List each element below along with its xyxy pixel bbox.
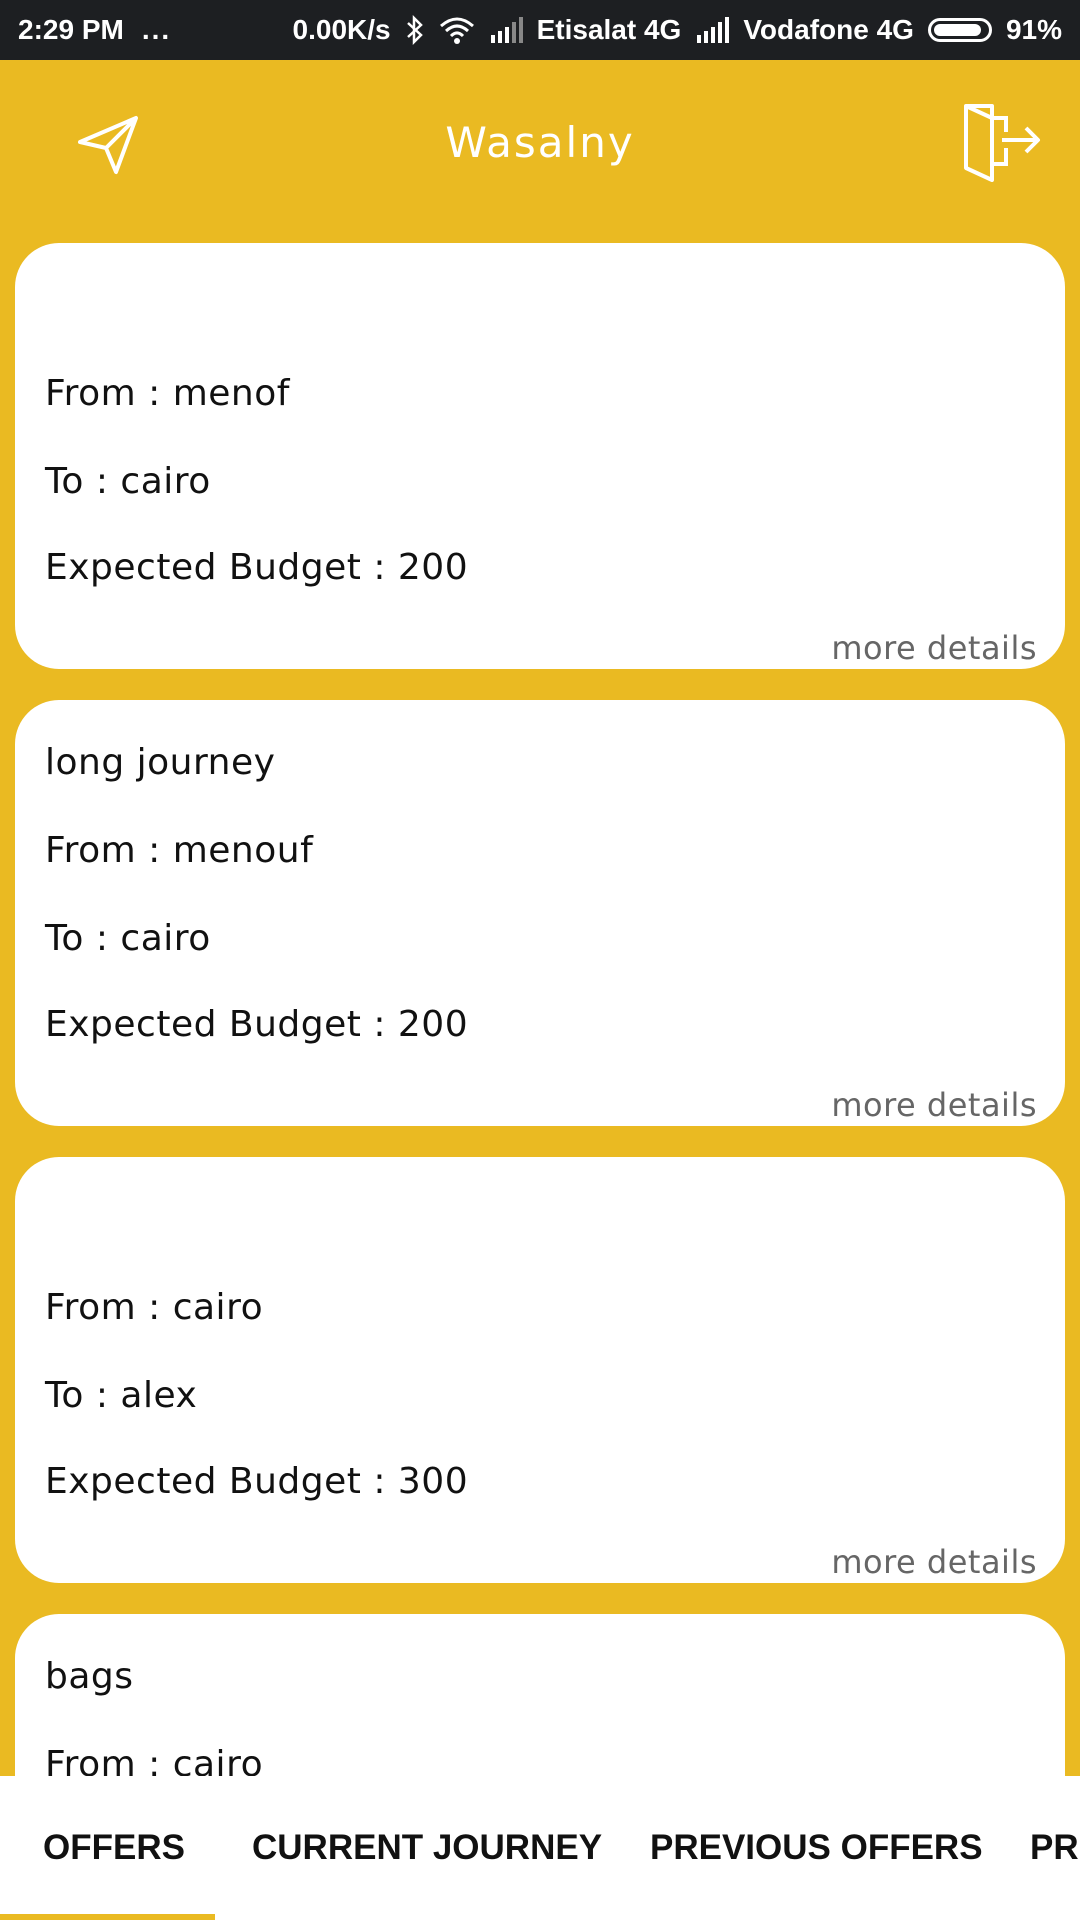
battery-fill xyxy=(933,24,982,36)
offer-budget: Expected Budget : 200 xyxy=(45,1004,469,1045)
logout-icon[interactable] xyxy=(962,104,1042,182)
wifi-icon xyxy=(439,16,475,44)
offer-title: bags xyxy=(45,1656,134,1697)
offer-from: From : menouf xyxy=(45,830,314,871)
more-details-link[interactable]: more details xyxy=(831,629,1037,667)
signal-icon-1 xyxy=(489,17,523,43)
tab-offers[interactable]: OFFERS xyxy=(43,1828,185,1868)
bluetooth-icon xyxy=(405,15,425,45)
tab-previous-offers[interactable]: PREVIOUS OFFERS xyxy=(650,1828,983,1868)
tab-selected-indicator xyxy=(0,1914,215,1920)
app-title: Wasalny xyxy=(445,118,635,167)
offer-card[interactable]: long journey From : menouf To : cairo Ex… xyxy=(15,700,1065,1126)
offer-to: To : cairo xyxy=(45,918,211,959)
offer-from: From : menof xyxy=(45,373,290,414)
offer-card[interactable]: From : menof To : cairo Expected Budget … xyxy=(15,243,1065,669)
offer-to: To : cairo xyxy=(45,461,211,502)
carrier-1: Etisalat 4G xyxy=(536,14,682,45)
app-bar: Wasalny xyxy=(0,60,1080,230)
battery-percent: 91% xyxy=(1005,14,1062,45)
tab-current-journey[interactable]: CURRENT JOURNEY xyxy=(252,1828,602,1868)
offer-budget: Expected Budget : 200 xyxy=(45,547,469,588)
network-speed: 0.00K/s xyxy=(292,14,391,45)
status-time: 2:29 PM xyxy=(18,14,124,45)
more-details-link[interactable]: more details xyxy=(831,1086,1037,1124)
carrier-2: Vodafone 4G xyxy=(743,14,914,45)
tab-profile[interactable]: PRO xyxy=(1030,1828,1080,1868)
battery-icon xyxy=(927,18,992,42)
offer-budget: Expected Budget : 300 xyxy=(45,1461,469,1502)
status-dots: ... xyxy=(141,14,172,45)
signal-icon-2 xyxy=(695,17,730,43)
offer-title: long journey xyxy=(45,742,276,783)
offer-from: From : cairo xyxy=(45,1287,264,1328)
offer-to: To : alex xyxy=(45,1375,198,1416)
status-right: 0.00K/s Etisalat 4G Vodafone 4G 91% xyxy=(293,14,1062,46)
more-details-link[interactable]: more details xyxy=(831,1543,1037,1581)
offer-card[interactable]: From : cairo To : alex Expected Budget :… xyxy=(15,1157,1065,1583)
status-bar: 2:29 PM ... 0.00K/s Etisalat 4G Vodafone… xyxy=(0,0,1080,60)
bottom-tab-bar: OFFERS CURRENT JOURNEY PREVIOUS OFFERS P… xyxy=(0,1776,1080,1920)
